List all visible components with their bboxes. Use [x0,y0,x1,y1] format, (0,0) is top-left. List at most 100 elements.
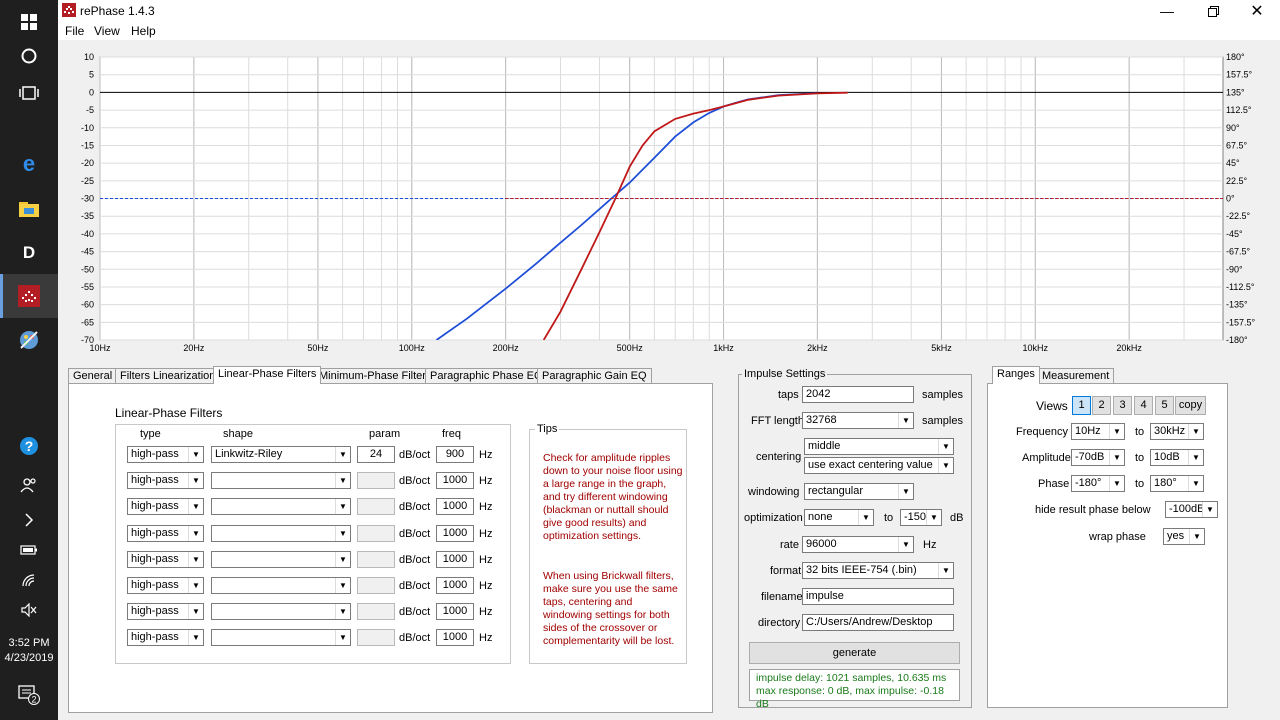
action-center-button[interactable]: 2 [0,684,58,706]
filter-shape-select[interactable]: ▼ [211,550,351,568]
filter-freq-input[interactable]: 1000 [436,629,474,647]
rephase-app-button[interactable] [0,274,58,318]
close-button[interactable]: ✕ [1234,0,1280,22]
tab-general[interactable]: General [68,368,118,384]
centering-select[interactable]: middle ▼ [804,438,954,455]
battery-tray[interactable] [0,540,58,560]
view-2-button[interactable]: 2 [1092,396,1111,415]
filter-param-input[interactable]: 24 [357,446,395,463]
tab-filters-linearization[interactable]: Filters Linearization [115,368,221,384]
directory-input[interactable]: C:/Users/Andrew/Desktop [802,614,954,631]
filename-input[interactable]: impulse [802,588,954,605]
view-3-button[interactable]: 3 [1113,396,1132,415]
filter-type-value: high-pass [131,474,179,487]
filter-type-select[interactable]: high-pass ▼ [127,446,204,463]
filter-param-input[interactable] [357,550,395,568]
tab-measurement[interactable]: Measurement [1037,368,1115,384]
linear-phase-title: Linear-Phase Filters [115,406,223,420]
task-view-button[interactable] [0,71,58,115]
menu-view[interactable]: View [94,24,120,38]
edge-app-button[interactable]: e [0,142,58,186]
help-tray[interactable]: ? [0,432,58,460]
phase-to-select[interactable]: 180° ▼ [1150,475,1204,492]
rephase-window: rePhase 1.4.3 — ✕ File View Help 10 5 0 -5 -… [58,0,1280,720]
optimization-select[interactable]: none ▼ [804,509,874,526]
filter-param-input[interactable] [357,629,395,647]
search-circle-icon [21,48,37,64]
filter-param-input[interactable] [357,577,395,594]
rate-select[interactable]: 96000 ▼ [802,536,914,553]
tab-paragraphic-gain-eq[interactable]: Paragraphic Gain EQ [537,368,652,384]
fft-length-select[interactable]: 32768 ▼ [802,412,914,429]
x-tick-label: 10Hz [89,343,111,353]
frequency-response-graph[interactable]: 10 5 0 -5 -10 -15 -20 -25 -30 -35 -40 -45 -50 -55 -60 -… [58,40,1280,360]
maximize-button[interactable] [1190,0,1236,22]
volume-tray[interactable] [0,600,58,620]
filter-shape-select[interactable]: ▼ [211,524,351,542]
windowing-select[interactable]: rectangular ▼ [804,483,914,500]
filter-param-input[interactable] [357,603,395,621]
filter-param-input[interactable] [357,472,395,490]
close-icon: ✕ [1250,3,1264,20]
show-hidden-icons[interactable] [0,508,58,532]
filter-type-select[interactable]: high-pass ▼ [127,472,204,490]
filter-type-select[interactable]: high-pass ▼ [127,550,204,568]
frequency-to-select[interactable]: 30kHz ▼ [1150,423,1204,440]
filter-shape-select[interactable]: ▼ [211,603,351,621]
generate-button[interactable]: generate [749,642,960,664]
filter-shape-select[interactable]: ▼ [211,577,351,594]
filter-param-input[interactable] [357,524,395,542]
minimize-button[interactable]: — [1144,0,1190,22]
dolby-app-button[interactable]: D [0,230,58,274]
amplitude-from-select[interactable]: -70dB ▼ [1071,449,1125,466]
filter-shape-select[interactable]: ▼ [211,472,351,490]
filter-param-input[interactable] [357,498,395,516]
people-tray[interactable] [0,472,58,498]
filter-shape-select[interactable]: Linkwitz-Riley ▼ [211,446,351,463]
taps-input[interactable]: 2042 [802,386,914,403]
copy-view-button[interactable]: copy [1175,396,1206,415]
phase-label: Phase [1038,478,1070,490]
title-bar[interactable]: rePhase 1.4.3 — ✕ [58,0,1280,22]
tab-minimum-phase-filters[interactable]: Minimum-Phase Filters [314,368,437,384]
filter-freq-input[interactable]: 1000 [436,472,474,490]
impulse-status-delay: impulse delay: 1021 samples, 10.635 ms [756,672,947,684]
view-5-button[interactable]: 5 [1155,396,1174,415]
filter-freq-input[interactable]: 1000 [436,498,474,516]
file-explorer-button[interactable] [0,187,58,231]
tab-linear-phase-filters[interactable]: Linear-Phase Filters [213,366,322,384]
y-tick-label: 0 [89,87,94,97]
paint-palette-icon [20,331,38,349]
filter-freq-input[interactable]: 1000 [436,577,474,594]
format-select[interactable]: 32 bits IEEE-754 (.bin) ▼ [802,562,954,579]
wrap-phase-select[interactable]: yes ▼ [1163,528,1205,545]
phase-from-select[interactable]: -180° ▼ [1071,475,1125,492]
filter-freq-input[interactable]: 1000 [436,550,474,568]
filter-freq-input[interactable]: 1000 [436,524,474,542]
view-4-button[interactable]: 4 [1134,396,1153,415]
optimization-db-select[interactable]: -150 ▼ [900,509,942,526]
tab-ranges[interactable]: Ranges [992,366,1040,384]
chart-svg[interactable]: 10 5 0 -5 -10 -15 -20 -25 -30 -35 -40 -45 -50 -55 -60 -… [58,40,1280,360]
filter-shape-select[interactable]: ▼ [211,629,351,647]
frequency-from-select[interactable]: 10Hz ▼ [1071,423,1125,440]
hide-phase-select[interactable]: -100dB ▼ [1165,501,1218,518]
menu-file[interactable]: File [65,24,84,38]
filter-type-select[interactable]: high-pass ▼ [127,498,204,516]
game-app-button[interactable] [0,318,58,362]
filter-freq-input[interactable]: 1000 [436,603,474,621]
network-tray[interactable] [0,570,58,590]
amplitude-to-select[interactable]: 10dB ▼ [1150,449,1204,466]
filter-type-select[interactable]: high-pass ▼ [127,629,204,647]
tab-paragraphic-phase-eq[interactable]: Paragraphic Phase EQ [425,368,548,384]
filter-freq-input[interactable]: 900 [436,446,474,463]
view-1-button[interactable]: 1 [1072,396,1091,415]
centering-mode-select[interactable]: use exact centering value ▼ [804,457,954,474]
menu-help[interactable]: Help [131,24,156,38]
filter-type-select[interactable]: high-pass ▼ [127,577,204,594]
clock[interactable]: 3:52 PM 4/23/2019 [0,636,58,666]
filter-type-select[interactable]: high-pass ▼ [127,603,204,621]
filter-shape-select[interactable]: ▼ [211,498,351,516]
filter-type-value: high-pass [131,552,179,565]
filter-type-select[interactable]: high-pass ▼ [127,524,204,542]
